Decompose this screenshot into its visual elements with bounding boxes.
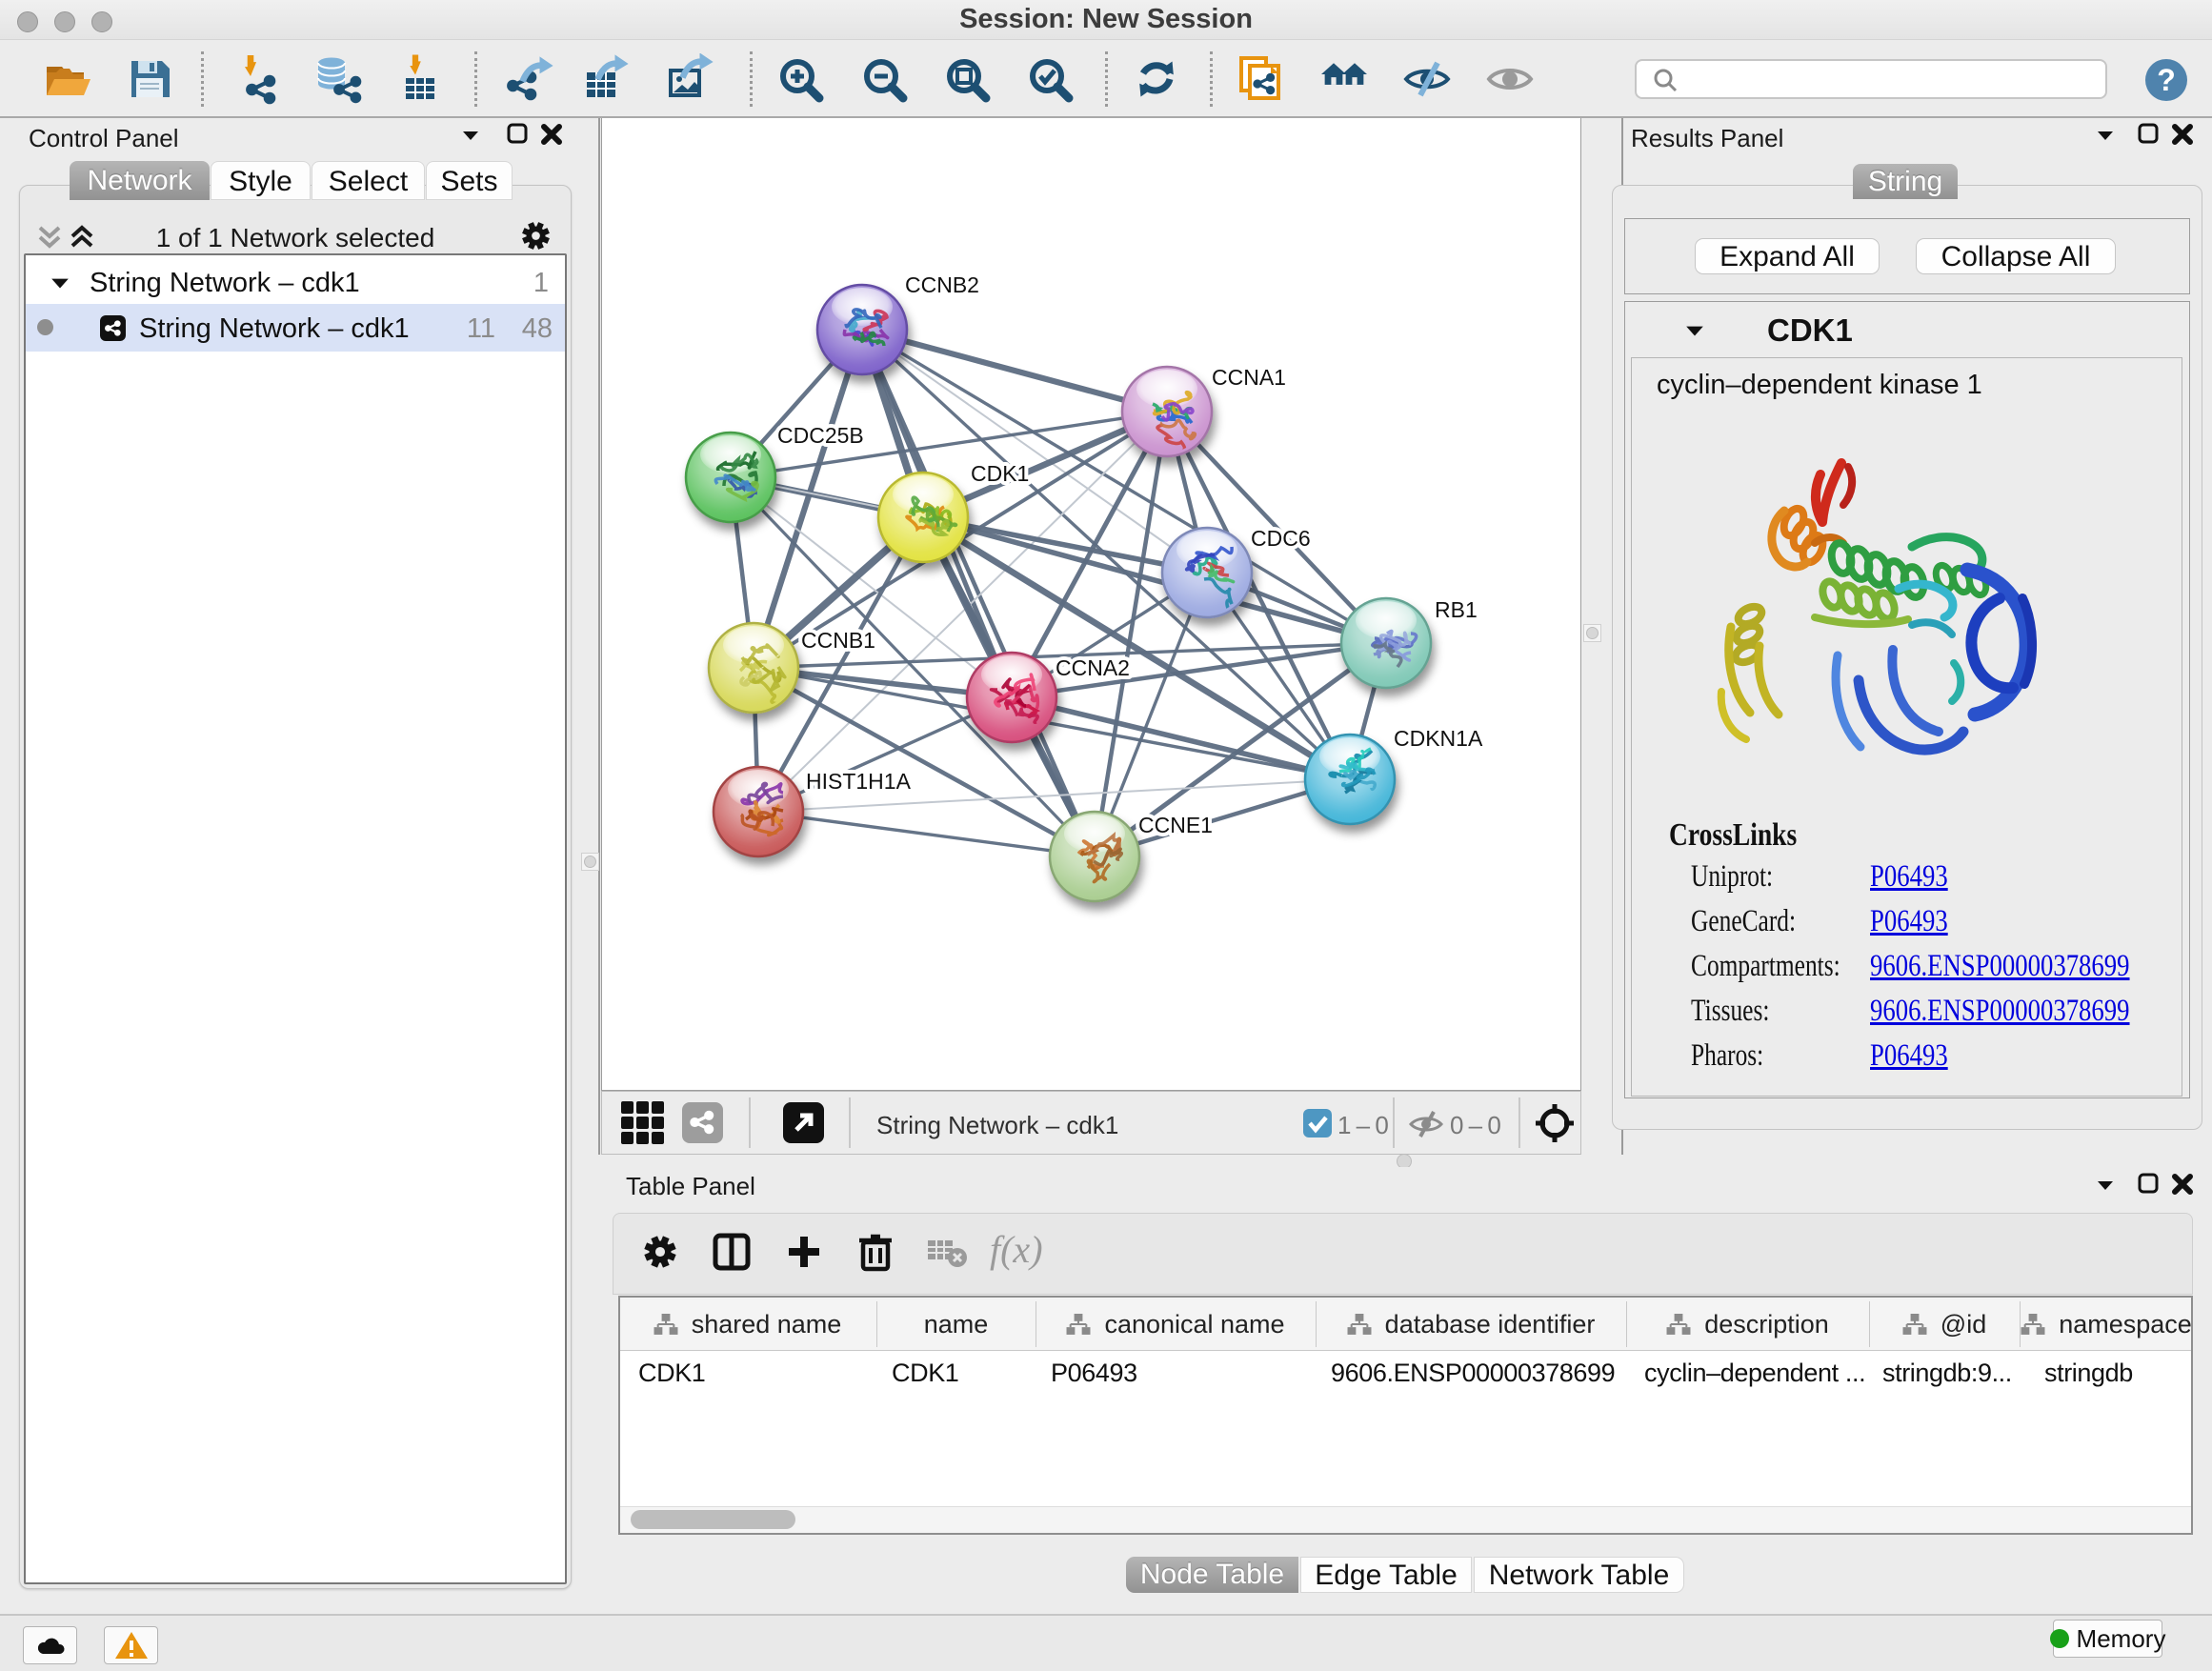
svg-text:CDC25B: CDC25B: [777, 423, 864, 448]
svg-text:CDC6: CDC6: [1251, 526, 1311, 551]
svg-text:CCNA2: CCNA2: [1056, 655, 1130, 680]
svg-text:CDKN1A: CDKN1A: [1394, 726, 1483, 751]
svg-text:CCNE1: CCNE1: [1138, 813, 1213, 837]
svg-text:CCNB1: CCNB1: [801, 628, 875, 653]
svg-text:CCNA1: CCNA1: [1212, 365, 1286, 390]
svg-text:CCNB2: CCNB2: [905, 272, 979, 297]
svg-text:HIST1H1A: HIST1H1A: [806, 769, 912, 794]
svg-text:CDK1: CDK1: [971, 461, 1029, 486]
svg-text:RB1: RB1: [1435, 597, 1478, 622]
